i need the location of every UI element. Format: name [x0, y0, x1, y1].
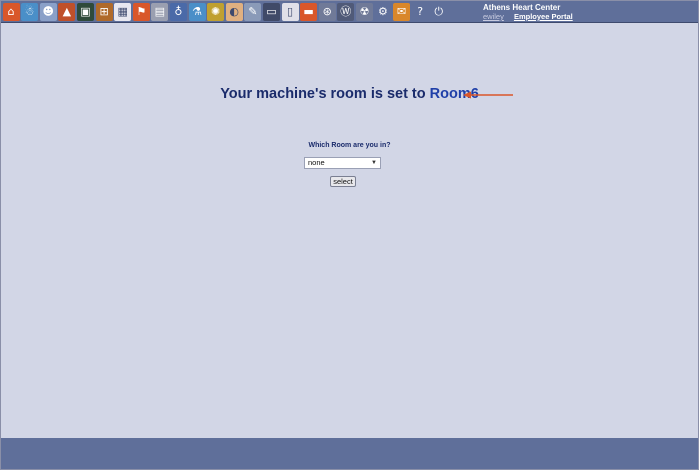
monitor-icon[interactable]: ▣ [76, 2, 94, 21]
user-link[interactable]: ewiley [483, 12, 504, 21]
room-question-label: Which Room are you in? [308, 142, 391, 149]
document-icon[interactable]: ▯ [281, 2, 299, 21]
stethoscope-icon[interactable]: ♁ [169, 2, 187, 21]
wordpress-icon[interactable]: Ⓦ [337, 2, 355, 21]
chevron-down-icon: ▼ [371, 160, 377, 166]
chart-icon[interactable]: ▲ [58, 2, 76, 21]
employee-portal-link[interactable]: Employee Portal [514, 12, 573, 21]
help-icon[interactable]: ? [411, 2, 429, 21]
settings-icon[interactable]: ⚙ [374, 2, 392, 21]
room-select[interactable]: none ▼ [304, 157, 381, 169]
top-toolbar: ⌂ ☃ ☻ ▲ ▣ ⊞ ▦ ⚑ ▤ ♁ ⚗ ✺ ◐ ✎ ▭ ▯ ▬ ⊛ Ⓦ ☢ ⚙ ✉? ⏻ [1, 1, 698, 23]
syringe-icon[interactable]: ✎ [244, 2, 262, 21]
folder-icon[interactable]: ▬ [300, 2, 318, 21]
flask-icon[interactable]: ⚗ [188, 2, 206, 21]
footer-bar [1, 438, 698, 469]
id-card-icon[interactable]: ▭ [262, 2, 280, 21]
power-icon[interactable]: ⏻ [430, 2, 448, 21]
steering-wheel-icon[interactable]: ⊛ [318, 2, 336, 21]
room-heading: Your machine's room is set to Room6 [1, 86, 698, 102]
home-icon[interactable]: ⌂ [2, 2, 20, 21]
mail-icon[interactable]: ✉ [393, 2, 411, 21]
notepad-icon[interactable]: ▤ [151, 2, 169, 21]
room-select-value: none [308, 158, 325, 167]
pills-icon[interactable]: ◐ [225, 2, 243, 21]
pointer-arrow-icon [463, 91, 513, 99]
bug-icon[interactable]: ☢ [355, 2, 373, 21]
cart-icon[interactable]: ⊞ [95, 2, 113, 21]
select-button[interactable]: select [330, 176, 356, 187]
calendar-icon[interactable]: ▦ [114, 2, 132, 21]
doctor-icon[interactable]: ☻ [39, 2, 57, 21]
brand-label: Athens Heart Center [483, 3, 561, 12]
heading-text: Your machine's room is set to [220, 86, 430, 102]
flag-icon[interactable]: ⚑ [132, 2, 150, 21]
toolbar-links: ewiley Employee Portal [483, 12, 573, 21]
gear-badge-icon[interactable]: ✺ [207, 2, 225, 21]
main-content: Your machine's room is set to Room6 Whic… [1, 23, 698, 437]
snowman-icon[interactable]: ☃ [21, 2, 39, 21]
